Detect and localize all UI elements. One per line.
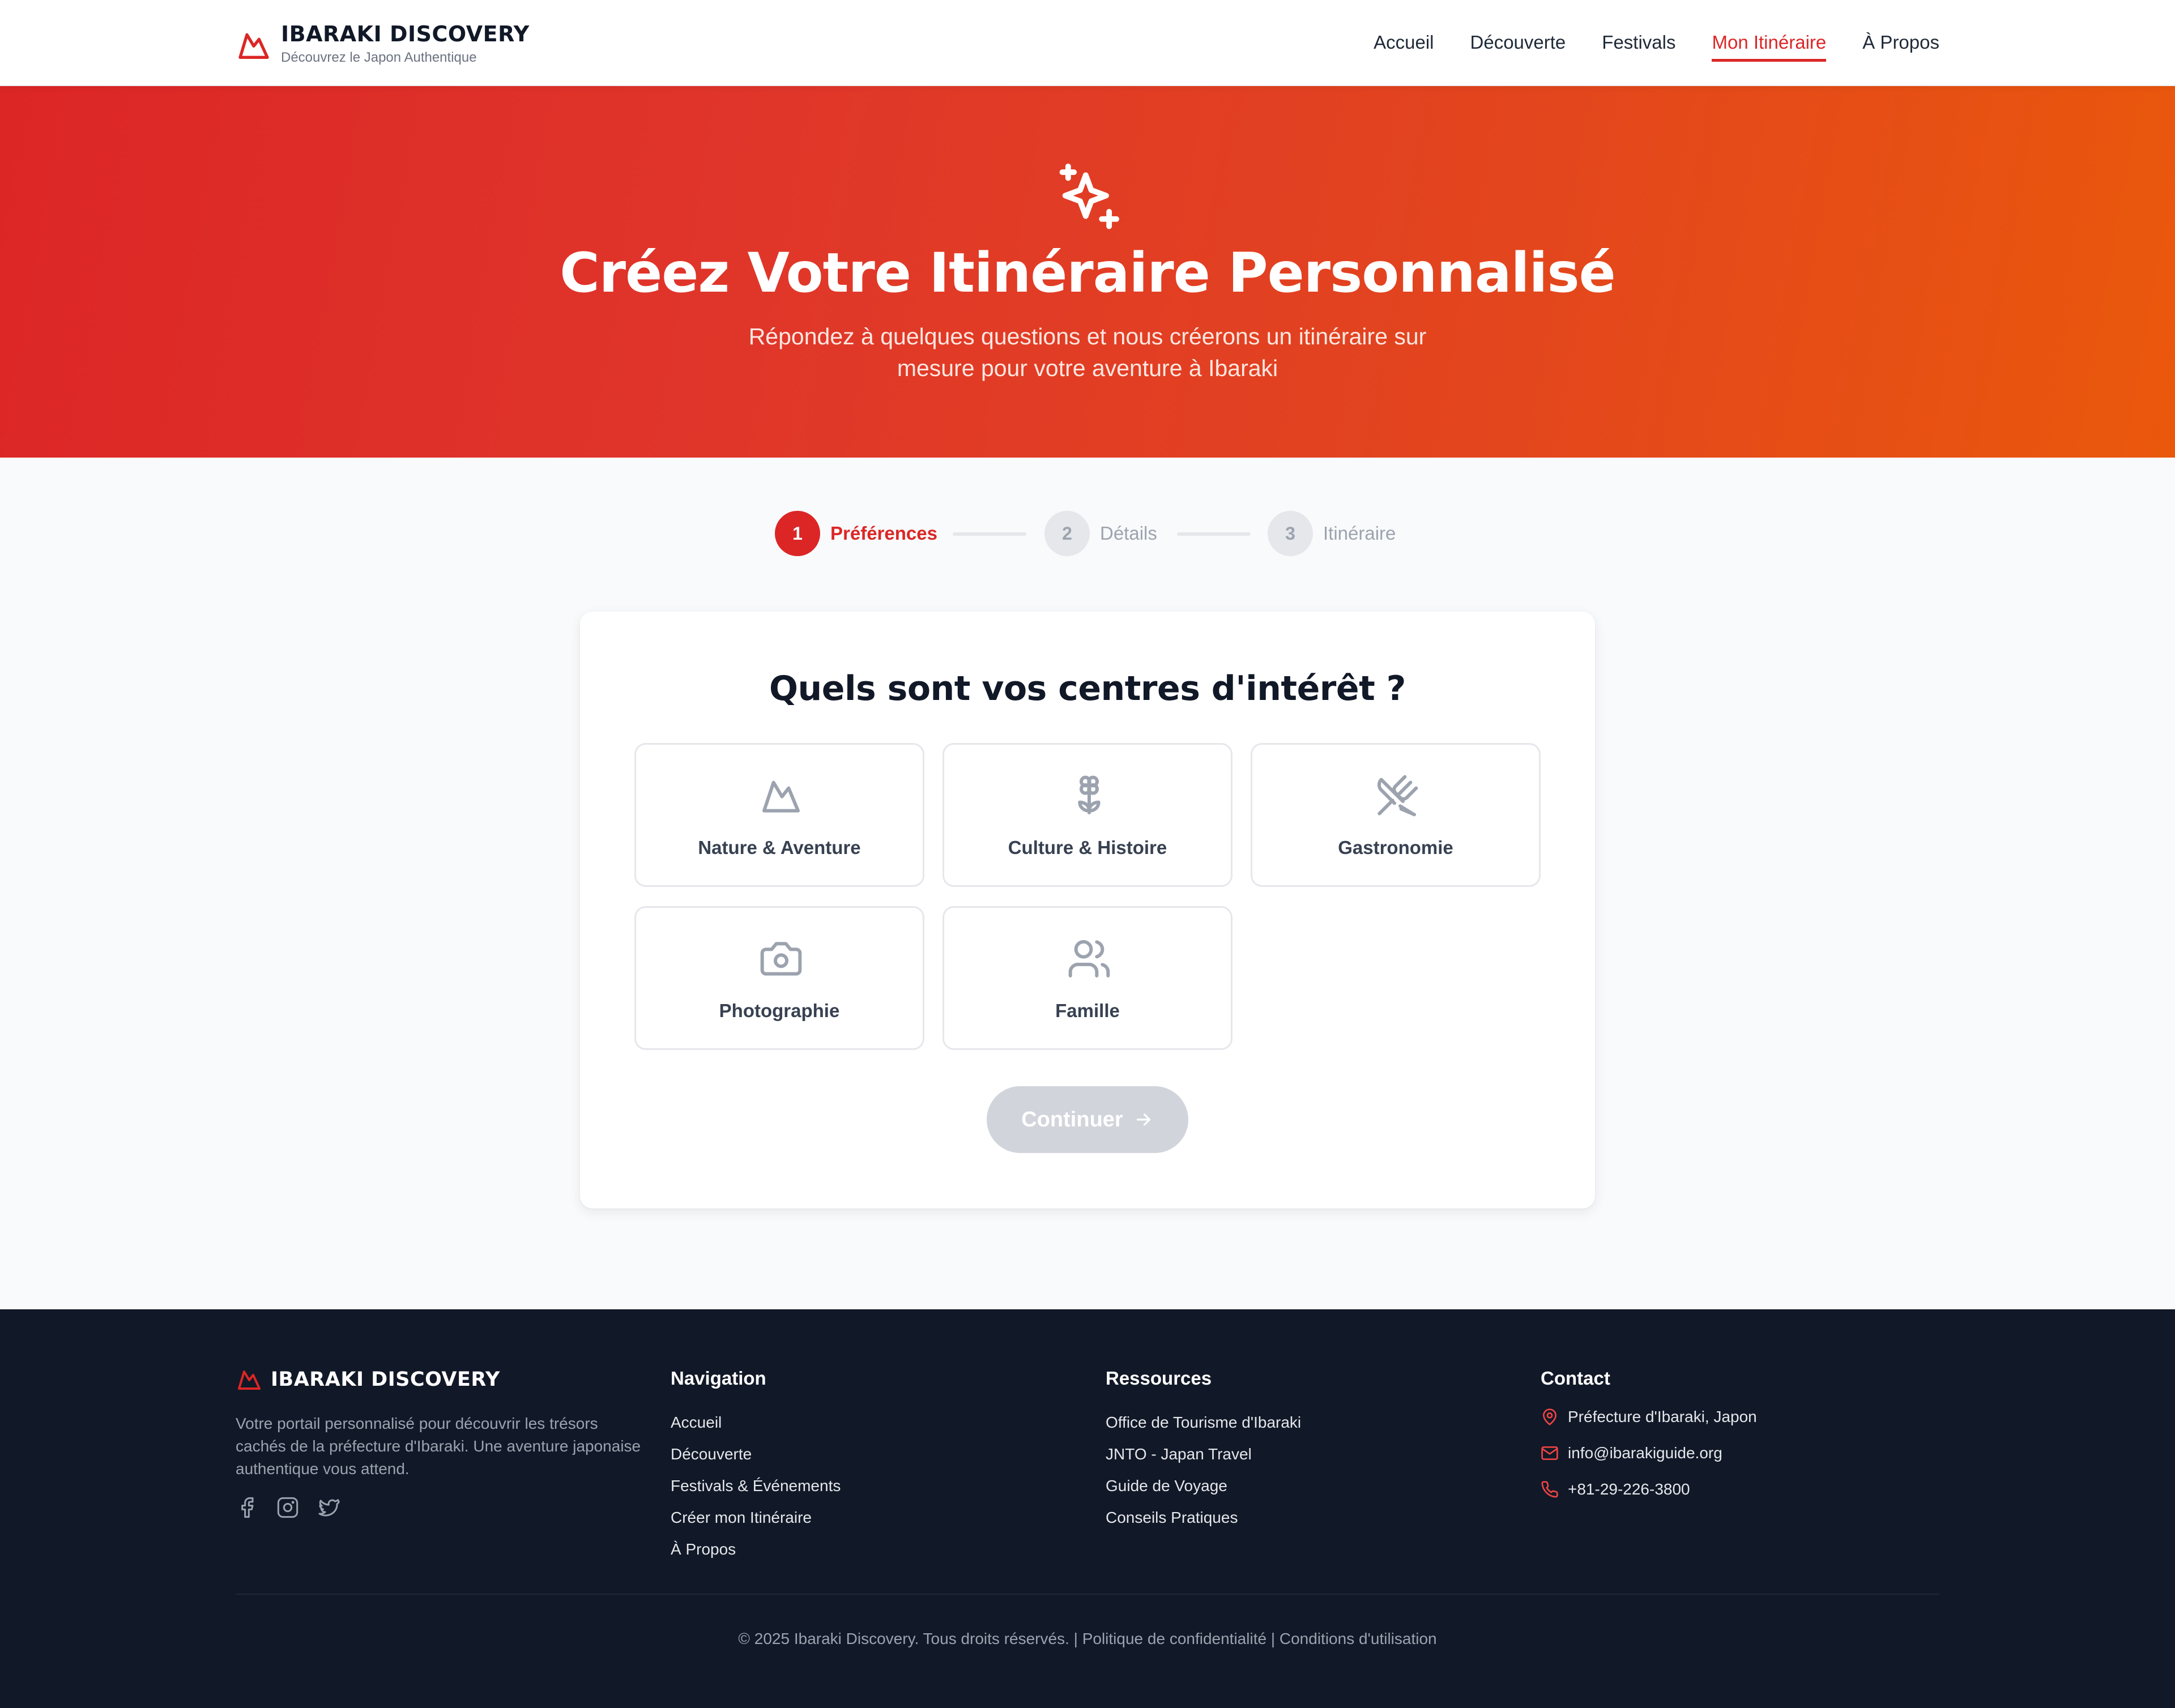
footer-link-a-propos[interactable]: À Propos (671, 1534, 841, 1565)
step-number: 1 (775, 511, 820, 556)
step-details: 2 Détails (1044, 510, 1157, 557)
hero-subtitle: Répondez à quelques questions et nous cr… (748, 323, 1427, 381)
contact-phone[interactable]: +81-29-226-3800 (1541, 1471, 1757, 1508)
step-preferences: 1 Préférences (775, 510, 937, 557)
site-footer: IBARAKI DISCOVERY Votre portail personna… (0, 1309, 2175, 1708)
footer-bottom-bar: © 2025 Ibaraki Discovery. Tous droits ré… (0, 1630, 2175, 1648)
option-label: Nature & Aventure (698, 837, 861, 858)
contact-email[interactable]: info@ibarakiguide.org (1541, 1435, 1757, 1471)
utensils-crossed-icon (1377, 775, 1418, 817)
instagram-icon[interactable] (276, 1496, 299, 1519)
continue-button[interactable]: Continuer (987, 1086, 1188, 1153)
footer-column-title: Ressources (1106, 1368, 1212, 1389)
footer-link-creer-itineraire[interactable]: Créer mon Itinéraire (671, 1502, 841, 1534)
contact-email-text: info@ibarakiguide.org (1568, 1444, 1722, 1462)
main-nav: Accueil Découverte Festivals Mon Itinéra… (1337, 29, 1939, 62)
option-nature-aventure[interactable]: Nature & Aventure (634, 743, 924, 887)
top-navbar: IBARAKI DISCOVERY Découvrez le Japon Aut… (0, 0, 2175, 86)
mountain-icon (238, 33, 269, 59)
facebook-icon[interactable] (236, 1496, 258, 1519)
footer-column-title: Navigation (671, 1368, 766, 1389)
footer-navigation-column: Navigation Accueil Découverte Festivals … (671, 1366, 841, 1565)
nav-link-accueil[interactable]: Accueil (1374, 29, 1434, 62)
brand-title: IBARAKI DISCOVERY (281, 22, 530, 46)
mountain-icon (762, 780, 800, 813)
progress-stepper: 1 Préférences 2 Détails 3 Itinéraire (0, 510, 2175, 557)
step-itinerary: 3 Itinéraire (1268, 510, 1396, 557)
arrow-right-icon (1136, 1113, 1150, 1126)
option-label: Photographie (719, 1000, 840, 1021)
nav-link-decouverte[interactable]: Découverte (1470, 29, 1566, 62)
footer-link-guide-voyage[interactable]: Guide de Voyage (1106, 1470, 1301, 1502)
brand-logo-link[interactable]: IBARAKI DISCOVERY Découvrez le Japon Aut… (236, 20, 530, 67)
step-connector (1177, 532, 1251, 536)
step-number: 2 (1044, 511, 1090, 556)
footer-brand: IBARAKI DISCOVERY (236, 1366, 500, 1393)
option-culture-histoire[interactable]: Culture & Histoire (942, 743, 1232, 887)
footer-link-accueil[interactable]: Accueil (671, 1407, 841, 1438)
step-label: Préférences (830, 523, 937, 544)
nav-link-festivals[interactable]: Festivals (1602, 29, 1675, 62)
separator: | (1073, 1630, 1078, 1647)
nav-link-mon-itineraire[interactable]: Mon Itinéraire (1712, 29, 1827, 62)
footer-link-decouverte[interactable]: Découverte (671, 1438, 841, 1470)
footer-description: Votre portail personnalisé pour découvri… (236, 1415, 641, 1478)
contact-address: Préfecture d'Ibaraki, Japon (1541, 1399, 1757, 1435)
hero-banner: Créez Votre Itinéraire Personnalisé Répo… (0, 86, 2175, 458)
footer-link-festivals[interactable]: Festivals & Événements (671, 1470, 841, 1502)
privacy-link[interactable]: Politique de confidentialité (1082, 1630, 1266, 1647)
option-label: Famille (1055, 1000, 1120, 1021)
footer-link-office-tourisme[interactable]: Office de Tourisme d'Ibaraki (1106, 1407, 1301, 1438)
option-label: Culture & Histoire (1008, 837, 1167, 858)
contact-address-text: Préfecture d'Ibaraki, Japon (1568, 1408, 1757, 1425)
camera-icon (760, 942, 802, 976)
option-label: Gastronomie (1338, 837, 1453, 858)
preferences-card: Quels sont vos centres d'intérêt ? Natur… (580, 612, 1595, 1209)
option-famille[interactable]: Famille (942, 906, 1232, 1050)
option-photographie[interactable]: Photographie (634, 906, 924, 1050)
footer-brand-title: IBARAKI DISCOVERY (271, 1368, 500, 1391)
footer-link-conseils[interactable]: Conseils Pratiques (1106, 1502, 1301, 1534)
users-icon (1068, 940, 1110, 977)
step-label: Détails (1100, 523, 1157, 544)
step-label: Itinéraire (1323, 523, 1396, 544)
mountain-icon (238, 1370, 261, 1390)
flower-icon (1078, 775, 1101, 814)
footer-divider (236, 1594, 1939, 1595)
footer-contact-column: Contact Préfecture d'Ibaraki, Japon info… (1541, 1366, 1757, 1508)
sparkles-icon (1059, 163, 1119, 229)
footer-resources-column: Ressources Office de Tourisme d'Ibaraki … (1106, 1366, 1301, 1534)
footer-column-title: Contact (1541, 1368, 1610, 1389)
separator: | (1270, 1630, 1276, 1647)
footer-link-jnto[interactable]: JNTO - Japan Travel (1106, 1438, 1301, 1470)
step-connector (953, 532, 1026, 536)
twitter-icon[interactable] (317, 1496, 340, 1519)
continue-label: Continuer (1021, 1107, 1123, 1131)
question-title: Quels sont vos centres d'intérêt ? (769, 669, 1406, 708)
terms-link[interactable]: Conditions d'utilisation (1280, 1630, 1437, 1647)
nav-link-a-propos[interactable]: À Propos (1862, 29, 1939, 62)
brand-subtitle: Découvrez le Japon Authentique (281, 50, 477, 65)
copyright-text: © 2025 Ibaraki Discovery. Tous droits ré… (738, 1630, 1069, 1647)
hero-title: Créez Votre Itinéraire Personnalisé (560, 241, 1615, 305)
phone-icon (1541, 1481, 1558, 1498)
step-number: 3 (1268, 511, 1313, 556)
mail-icon (1541, 1446, 1558, 1460)
social-links (236, 1496, 340, 1519)
option-gastronomie[interactable]: Gastronomie (1251, 743, 1541, 887)
map-pin-icon (1543, 1408, 1556, 1425)
contact-phone-text: +81-29-226-3800 (1568, 1480, 1690, 1498)
